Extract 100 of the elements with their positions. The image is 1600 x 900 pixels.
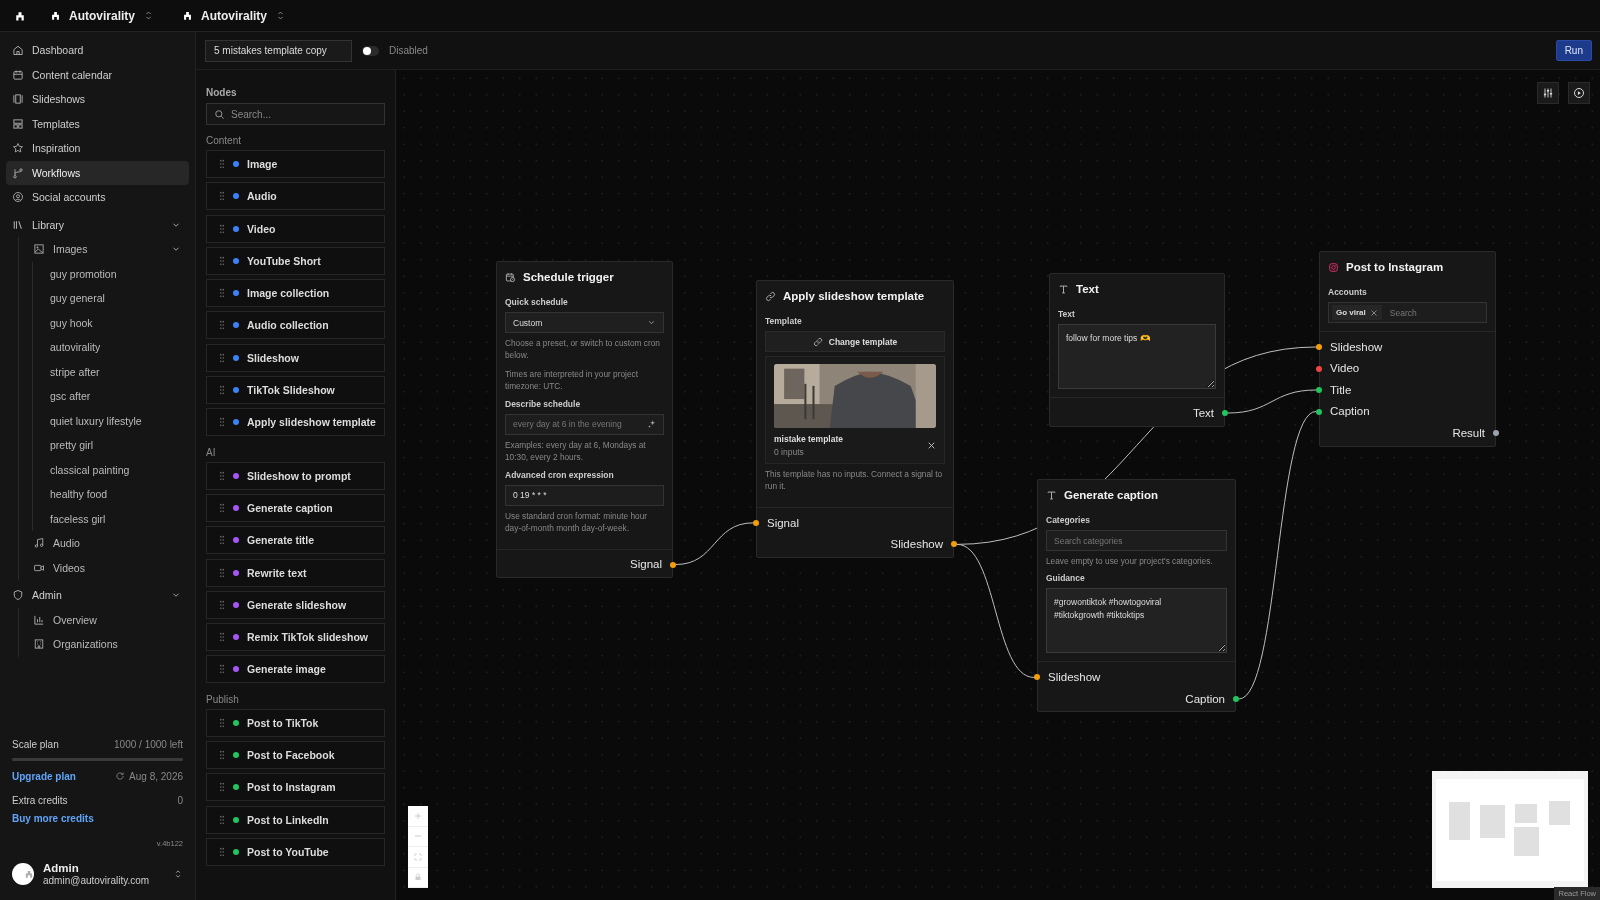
- buy-credits-link[interactable]: Buy more credits: [12, 812, 94, 824]
- drag-handle-icon: [219, 535, 225, 546]
- nav-item[interactable]: Inspiration: [6, 136, 189, 161]
- sliders-icon: [1542, 87, 1554, 99]
- accounts-field[interactable]: Go viral Search: [1328, 302, 1487, 323]
- port-label: Text: [1192, 406, 1214, 419]
- node-card[interactable]: [496, 261, 673, 578]
- node-item[interactable]: TikTok Slideshow: [206, 376, 385, 405]
- text-area[interactable]: #growontiktok #howtogoviral #tiktokgrowth #tiktoktips: [1046, 588, 1227, 654]
- node-title: Schedule trigger: [523, 271, 614, 283]
- node-item[interactable]: Generate title: [206, 526, 385, 555]
- node-item[interactable]: Video: [206, 214, 385, 243]
- node-item[interactable]: Apply slideshow template: [206, 408, 385, 437]
- nav-item[interactable]: guy promotion: [44, 261, 189, 286]
- node-item[interactable]: Audio: [206, 182, 385, 211]
- nav-item[interactable]: quiet luxury lifestyle: [44, 408, 189, 433]
- field-label: Guidance: [1046, 573, 1086, 584]
- node-item[interactable]: Post to TikTok: [206, 708, 385, 737]
- panel-title: Nodes: [206, 87, 238, 98]
- port-handle[interactable]: [1034, 674, 1040, 681]
- nav-item[interactable]: Library: [6, 212, 189, 237]
- node-item[interactable]: Audio collection: [206, 311, 385, 340]
- nav-item[interactable]: Admin: [6, 583, 189, 608]
- node-item[interactable]: Post to YouTube: [206, 837, 385, 866]
- play-icon: [1573, 87, 1585, 99]
- port-handle[interactable]: [670, 561, 676, 568]
- hint-text: Leave empty to use your project's categories.: [1046, 555, 1214, 568]
- field-label: Categories: [1046, 515, 1091, 525]
- node-item[interactable]: Image collection: [206, 279, 385, 308]
- port-handle[interactable]: [1233, 695, 1239, 702]
- field-label: Accounts: [1328, 287, 1368, 297]
- node-item[interactable]: Rewrite text: [206, 558, 385, 587]
- port-handle[interactable]: [1316, 365, 1322, 372]
- node-card[interactable]: Generate caption Categories Search categories Leave empty to use your project's categories. Guidance #growontiktok #howtogoviral #tiktokgrowth #tiktoktips Slideshow Caption: [1037, 479, 1236, 713]
- dropdown[interactable]: Custom: [505, 312, 664, 333]
- port-handle[interactable]: [951, 541, 957, 548]
- node-item[interactable]: Generate caption: [206, 493, 385, 522]
- nav-item[interactable]: classical painting: [44, 457, 189, 482]
- nav-item[interactable]: Templates: [6, 111, 189, 136]
- node-item[interactable]: Slideshow to prompt: [206, 461, 385, 490]
- port-handle[interactable]: [1316, 387, 1322, 393]
- port-label: Caption: [1330, 405, 1370, 418]
- node-card[interactable]: Text Text follow for more tips 🫶 Text: [1049, 273, 1225, 427]
- port-handle[interactable]: [753, 519, 759, 526]
- nav-item[interactable]: faceless girl: [44, 506, 189, 531]
- nav-item[interactable]: Slideshows: [6, 87, 189, 112]
- search-field[interactable]: Search...: [206, 103, 385, 125]
- port-handle[interactable]: [1493, 430, 1499, 436]
- nav-item[interactable]: Overview: [27, 607, 189, 632]
- node-card[interactable]: Apply slideshow template Template Change template mistake template 0 inputs This template has no inputs. Connect a signal to run it. Signal Slideshow: [756, 280, 954, 558]
- nav-item[interactable]: gsc after: [44, 384, 189, 409]
- text-area[interactable]: follow for more tips 🫶: [1058, 324, 1216, 389]
- input-field[interactable]: every day at 6 in the evening: [505, 413, 664, 435]
- port-handle[interactable]: [1222, 410, 1228, 416]
- nav-item[interactable]: stripe after: [44, 359, 189, 384]
- node-card[interactable]: Post to Instagram Accounts Go viral Search Slideshow Video Title Caption Result: [1319, 251, 1496, 447]
- remove-button[interactable]: [927, 441, 936, 450]
- port-handle[interactable]: [1316, 344, 1322, 350]
- input-field[interactable]: Search categories: [1046, 530, 1227, 551]
- port-handle[interactable]: [1316, 408, 1322, 415]
- run-button[interactable]: Run: [1555, 40, 1592, 61]
- nav-item[interactable]: Videos: [27, 555, 189, 580]
- port-label: Video: [1330, 362, 1360, 375]
- hint-text: Examples: every day at 6, Mondays at 10:30, every 2 hours.: [505, 438, 647, 464]
- nav-item[interactable]: Social accounts: [6, 185, 189, 210]
- account-tag[interactable]: Go viral: [1332, 305, 1382, 320]
- node-item[interactable]: Post to LinkedIn: [206, 805, 385, 834]
- drag-handle-icon: [219, 385, 225, 396]
- nav-item[interactable]: Workflows: [6, 160, 189, 185]
- project-switcher[interactable]: Autovirality: [46, 6, 158, 25]
- nav-item[interactable]: guy general: [44, 286, 189, 311]
- upgrade-link[interactable]: Upgrade plan: [12, 770, 76, 782]
- node-item[interactable]: Post to Instagram: [206, 773, 385, 802]
- nav-item[interactable]: Audio: [27, 531, 189, 556]
- user-menu[interactable]: Admin admin@autovirality.com: [6, 862, 189, 894]
- node-item[interactable]: Generate image: [206, 655, 385, 684]
- nav-item[interactable]: guy hook: [44, 310, 189, 335]
- workflow-name-field[interactable]: 5 mistakes template copy: [205, 39, 352, 62]
- change-template-button[interactable]: Change template: [765, 331, 945, 352]
- nav-item[interactable]: Content calendar: [6, 62, 189, 87]
- node-item[interactable]: Remix TikTok slideshow: [206, 623, 385, 652]
- node-item[interactable]: YouTube Short: [206, 246, 385, 275]
- node-item[interactable]: Post to Facebook: [206, 741, 385, 770]
- project-switcher[interactable]: Autovirality: [178, 6, 291, 25]
- refresh-icon: [115, 771, 126, 781]
- nav-item[interactable]: pretty girl: [44, 433, 189, 458]
- nav-item[interactable]: Images: [27, 237, 189, 262]
- play-button[interactable]: [1568, 82, 1590, 104]
- nav-item[interactable]: autovirality: [44, 335, 189, 360]
- node-item[interactable]: Image: [206, 150, 385, 178]
- enable-toggle[interactable]: [362, 45, 379, 56]
- node-item[interactable]: Slideshow: [206, 343, 385, 372]
- nav-item[interactable]: Dashboard: [6, 38, 189, 63]
- port-label: Caption: [1185, 692, 1225, 705]
- nav-item[interactable]: healthy food: [44, 482, 189, 507]
- search-input[interactable]: Search: [1387, 306, 1483, 319]
- sliders-button[interactable]: [1537, 82, 1559, 104]
- input-field[interactable]: 0 19 * * *: [505, 484, 664, 506]
- node-item[interactable]: Generate slideshow: [206, 590, 385, 619]
- nav-item[interactable]: Organizations: [27, 632, 189, 657]
